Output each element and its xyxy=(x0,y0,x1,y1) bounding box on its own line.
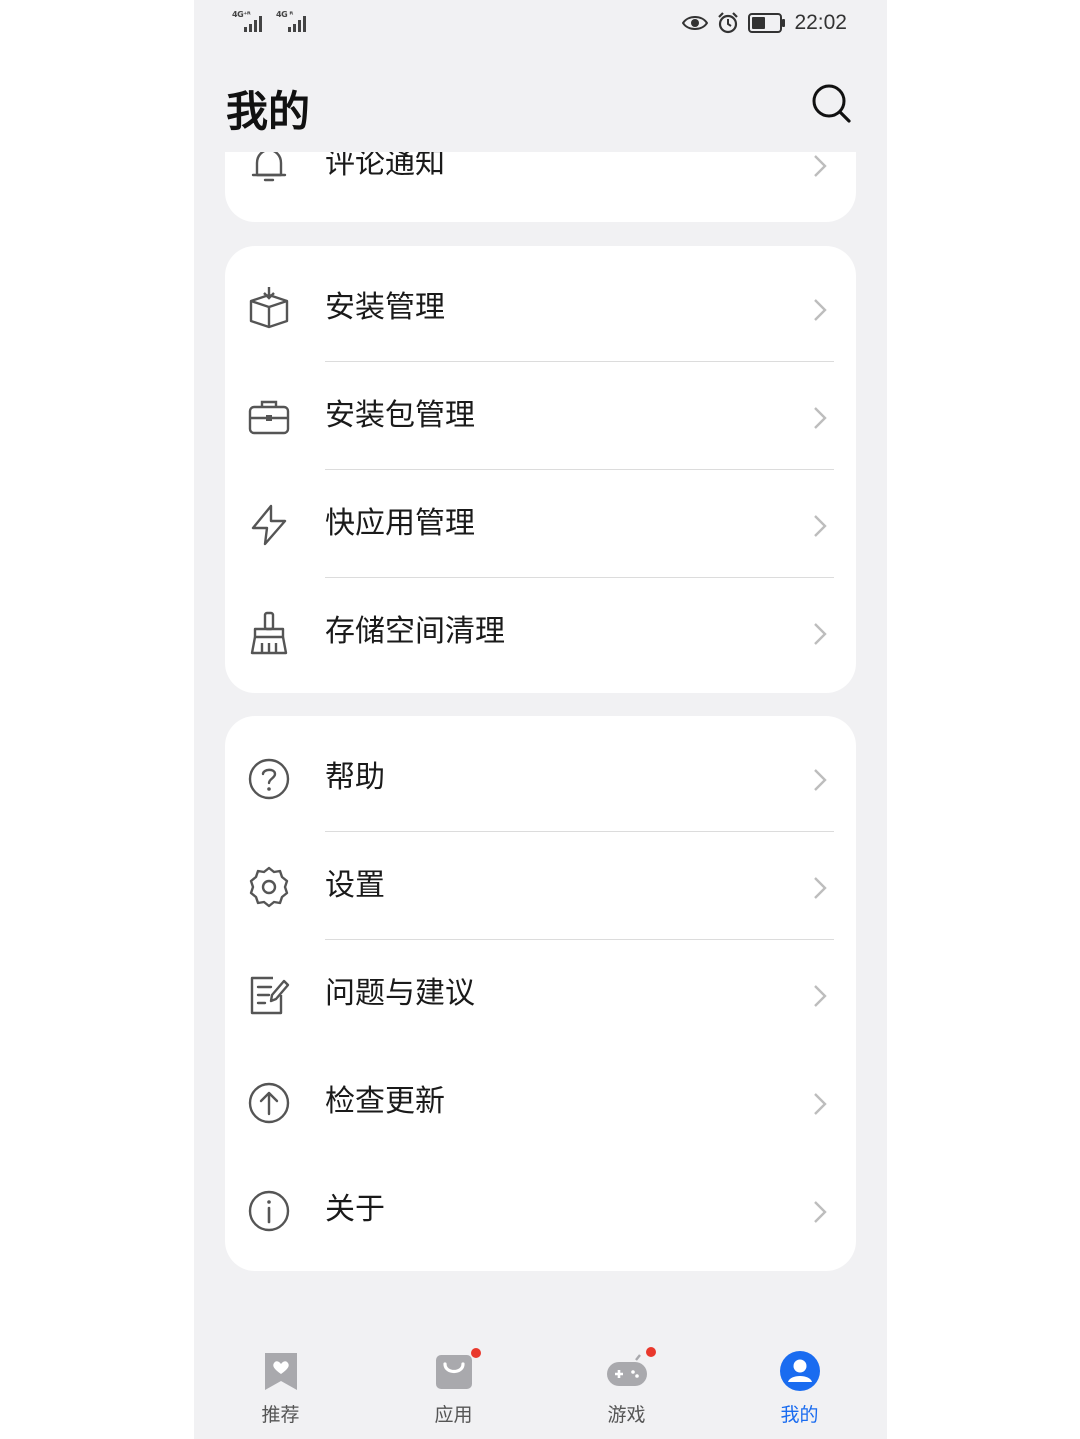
lightning-icon xyxy=(251,504,287,546)
bookmark-heart-icon xyxy=(265,1353,297,1390)
tab-label: 我的 xyxy=(780,1404,819,1426)
tab-games[interactable]: 游戏 xyxy=(540,1322,713,1439)
chevron-right-icon xyxy=(814,1201,827,1223)
gamepad-icon xyxy=(607,1354,647,1386)
menu-item-help[interactable]: 帮助 xyxy=(225,724,856,832)
battery-icon xyxy=(748,13,786,33)
install-box-icon xyxy=(249,287,289,329)
tab-label: 应用 xyxy=(434,1404,473,1426)
menu-item-package-manage[interactable]: 安装包管理 xyxy=(225,362,856,470)
eye-icon xyxy=(682,16,709,30)
tab-recommend[interactable]: 推荐 xyxy=(194,1322,367,1439)
shopping-bag-icon xyxy=(436,1355,472,1389)
notification-badge xyxy=(471,1348,481,1358)
chevron-right-icon xyxy=(814,1093,827,1115)
menu-item-label: 检查更新 xyxy=(325,1084,445,1119)
user-avatar-icon xyxy=(780,1351,820,1391)
page-header: 我的 xyxy=(194,60,887,152)
chevron-right-icon xyxy=(814,299,827,321)
menu-item-label: 存储空间清理 xyxy=(325,614,505,649)
signal-sim2: 4G ᴿ xyxy=(276,10,316,34)
menu-item-label: 问题与建议 xyxy=(325,976,475,1011)
tab-mine[interactable]: 我的 xyxy=(713,1322,886,1439)
support-card: 帮助 设置 问题与建议 检查更新 关于 xyxy=(225,716,856,1271)
status-right: 22:02 xyxy=(682,9,847,37)
page-title: 我的 xyxy=(226,87,311,136)
chevron-right-icon xyxy=(814,515,827,537)
chevron-right-icon xyxy=(814,407,827,429)
signal-bars-icon xyxy=(288,16,306,32)
tab-label: 游戏 xyxy=(607,1404,646,1426)
phone-screen: 4G⁺ᴿ 4G ᴿ 22:02 我的 评论通知 安装管理 安装包管理 快应用管理… xyxy=(194,0,887,1439)
gear-icon xyxy=(249,866,289,908)
chevron-right-icon xyxy=(814,877,827,899)
chevron-right-icon xyxy=(814,155,827,177)
bell-icon xyxy=(251,152,287,182)
status-bar: 4G⁺ᴿ 4G ᴿ 22:02 xyxy=(194,0,887,46)
feedback-edit-icon xyxy=(250,976,290,1015)
menu-item-label: 评论通知 xyxy=(325,152,445,181)
alarm-icon xyxy=(718,12,739,34)
menu-item-label: 设置 xyxy=(325,868,385,903)
signal-sim1: 4G⁺ᴿ xyxy=(232,10,272,34)
chevron-right-icon xyxy=(814,769,827,791)
menu-item-comment-notification[interactable]: 评论通知 xyxy=(225,152,856,218)
menu-item-label: 关于 xyxy=(325,1192,385,1227)
info-circle-icon xyxy=(248,1190,290,1232)
tab-label: 推荐 xyxy=(261,1404,300,1426)
menu-scroll-area[interactable]: 评论通知 安装管理 安装包管理 快应用管理 存储空间清理 帮助 设置 问题与建议… xyxy=(194,152,887,1322)
menu-item-feedback[interactable]: 问题与建议 xyxy=(225,940,856,1048)
chevron-right-icon xyxy=(814,985,827,1007)
help-circle-icon xyxy=(248,758,290,800)
menu-item-quickapp-manage[interactable]: 快应用管理 xyxy=(225,470,856,578)
menu-item-storage-clean[interactable]: 存储空间清理 xyxy=(225,578,856,686)
search-icon[interactable] xyxy=(810,82,854,126)
menu-item-label: 安装管理 xyxy=(325,290,445,325)
chevron-right-icon xyxy=(814,623,827,645)
menu-item-label: 安装包管理 xyxy=(325,398,475,433)
bottom-tab-bar: 推荐 应用 游戏 我的 xyxy=(194,1322,887,1439)
menu-item-check-update[interactable]: 检查更新 xyxy=(225,1048,856,1156)
manage-card: 安装管理 安装包管理 快应用管理 存储空间清理 xyxy=(225,246,856,693)
menu-item-settings[interactable]: 设置 xyxy=(225,832,856,940)
signal-bars-icon xyxy=(244,16,262,32)
briefcase-icon xyxy=(248,400,290,435)
arrow-up-circle-icon xyxy=(248,1082,290,1124)
menu-item-install-manage[interactable]: 安装管理 xyxy=(225,254,856,362)
menu-item-about[interactable]: 关于 xyxy=(225,1156,856,1264)
notification-card: 评论通知 xyxy=(225,152,856,222)
menu-item-label: 帮助 xyxy=(325,760,385,795)
tab-apps[interactable]: 应用 xyxy=(367,1322,540,1439)
notification-badge xyxy=(646,1347,656,1357)
menu-item-label: 快应用管理 xyxy=(325,506,475,541)
clock: 22:02 xyxy=(794,11,847,34)
broom-icon xyxy=(250,611,288,655)
